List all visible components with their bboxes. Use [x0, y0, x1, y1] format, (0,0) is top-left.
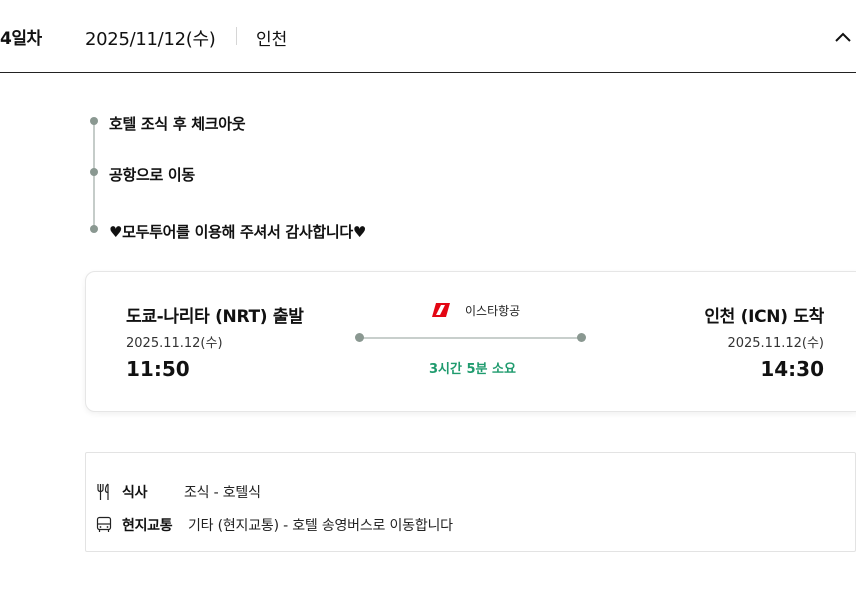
- transport-value: 기타 (현지교통) - 호텔 송영버스로 이동합니다: [188, 518, 453, 534]
- meal-value: 조식 - 호텔식: [184, 485, 261, 501]
- transport-label: 현지교통: [122, 518, 173, 534]
- day-city: 인천: [256, 30, 288, 50]
- schedule-item-text: ♥모두투어를 이용해 주셔서 감사합니다♥: [109, 223, 367, 241]
- route-start-dot: [355, 333, 364, 342]
- timeline-line: [93, 122, 95, 230]
- arrival-date: 2025.11.12(수): [727, 336, 824, 351]
- timeline-dot: [90, 225, 98, 233]
- day-info-box: 식사 조식 - 호텔식 현지교통 기타 (현지교통) - 호텔 송영버스로 이동…: [85, 452, 856, 552]
- day-label: 4일차: [0, 29, 42, 49]
- meal-label: 식사: [122, 485, 148, 501]
- bus-icon: [96, 516, 112, 534]
- arrival-title: 인천 (ICN) 도착: [704, 307, 824, 327]
- utensils-icon: [96, 483, 112, 501]
- arrival-time: 14:30: [760, 357, 824, 381]
- departure-date: 2025.11.12(수): [126, 336, 223, 351]
- day-date: 2025/11/12(수): [85, 29, 216, 50]
- schedule-item-text: 호텔 조식 후 체크아웃: [109, 115, 246, 133]
- flight-duration: 3시간 5분 소요: [429, 362, 516, 377]
- day-header[interactable]: 4일차 2025/11/12(수) 인천: [0, 0, 856, 73]
- timeline-dot: [90, 117, 98, 125]
- airline-name: 이스타항공: [465, 304, 521, 318]
- schedule-item-text: 공항으로 이동: [109, 166, 195, 184]
- flight-card: 도쿄-나리타 (NRT) 출발 2025.11.12(수) 11:50 이스타항…: [85, 271, 856, 412]
- timeline-dot: [90, 168, 98, 176]
- route-line: [359, 337, 582, 339]
- departure-title: 도쿄-나리타 (NRT) 출발: [126, 307, 304, 327]
- divider: [236, 27, 237, 45]
- departure-time: 11:50: [126, 357, 190, 381]
- route-end-dot: [577, 333, 586, 342]
- airline-logo: [432, 302, 450, 317]
- chevron-up-icon[interactable]: [832, 26, 854, 48]
